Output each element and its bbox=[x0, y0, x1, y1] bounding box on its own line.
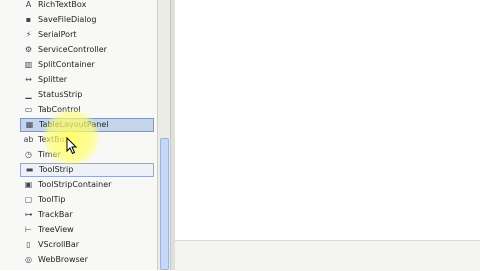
component-tray bbox=[175, 240, 480, 271]
splitter-icon: ↔ bbox=[25, 75, 32, 84]
toolbox-item-label: VScrollBar bbox=[38, 240, 80, 249]
toolbox-panel: A RichTextBox ▪ SaveFileDialog ⚡ SerialPort ⚙ S… bbox=[0, 0, 157, 270]
toolbox-item[interactable]: ⊶ TrackBar bbox=[20, 208, 154, 222]
toolbox-item[interactable]: ▢ ToolTip bbox=[20, 193, 154, 207]
service-controller-icon: ⚙ bbox=[24, 45, 33, 54]
toolbox-item[interactable]: ▥ SplitContainer bbox=[20, 58, 154, 72]
toolbox-item[interactable]: ⚡ SerialPort bbox=[20, 28, 154, 42]
toolbox-item-label: SplitContainer bbox=[38, 60, 95, 69]
toolbox-item-label: TrackBar bbox=[38, 210, 73, 219]
toolbox-item-label: SerialPort bbox=[38, 30, 77, 39]
toolbox-item-label: StatusStrip bbox=[38, 90, 83, 99]
toolbox-item[interactable]: ▦ TableLayoutPanel bbox=[20, 118, 154, 132]
toolbox-item[interactable]: ab TextBox bbox=[20, 133, 154, 147]
toolbox-item[interactable]: ▯ VScrollBar bbox=[20, 238, 154, 252]
trackbar-icon: ⊶ bbox=[24, 210, 33, 219]
toolbox-item-label: ToolTip bbox=[38, 195, 66, 204]
toolbox-item-label: SaveFileDialog bbox=[38, 15, 97, 24]
toolbox-item[interactable]: ⊢ TreeView bbox=[20, 223, 154, 237]
timer-icon: ◷ bbox=[25, 150, 32, 159]
serial-port-icon: ⚡ bbox=[25, 30, 32, 39]
toolbox-item[interactable]: ▬ ToolStrip bbox=[20, 163, 154, 177]
toolbox-item[interactable]: ▪ SaveFileDialog bbox=[20, 13, 154, 27]
designer-surface[interactable] bbox=[175, 0, 480, 270]
toolbox-scrollbar[interactable] bbox=[157, 0, 170, 270]
split-container-icon: ▥ bbox=[24, 60, 33, 69]
toolstrip-container-icon: ▣ bbox=[24, 180, 33, 189]
toolbox-item-label: RichTextBox bbox=[38, 0, 87, 9]
save-file-icon: ▪ bbox=[25, 15, 32, 24]
toolbox-scrollbar-thumb[interactable] bbox=[160, 138, 169, 270]
toolbox-item-label: TreeView bbox=[38, 225, 74, 234]
toolbox-item-label: Timer bbox=[38, 150, 61, 159]
toolbox-item-label: Splitter bbox=[38, 75, 68, 84]
toolbox-item-label: ToolStripContainer bbox=[38, 180, 112, 189]
toolstrip-icon: ▬ bbox=[25, 165, 34, 174]
toolbox-item[interactable]: ▁ StatusStrip bbox=[20, 88, 154, 102]
toolbox-item[interactable]: ◎ WebBrowser bbox=[20, 253, 154, 267]
toolbox-item-label: ToolStrip bbox=[39, 165, 74, 174]
toolbox-item[interactable]: ⚙ ServiceController bbox=[20, 43, 154, 57]
toolbox-item[interactable]: ▭ TabControl bbox=[20, 103, 154, 117]
toolbox-item-label: TabControl bbox=[38, 105, 81, 114]
toolbox-item-label: ServiceController bbox=[38, 45, 107, 54]
toolbox-item-label: TextBox bbox=[38, 135, 70, 144]
toolbox-item[interactable]: ▣ ToolStripContainer bbox=[20, 178, 154, 192]
vscrollbar-icon: ▯ bbox=[26, 240, 31, 249]
table-layout-icon: ▦ bbox=[25, 120, 34, 129]
textbox-icon: ab bbox=[23, 135, 34, 144]
toolbox-item[interactable]: ◷ Timer bbox=[20, 148, 154, 162]
status-strip-icon: ▁ bbox=[25, 90, 32, 99]
toolbox-item[interactable]: A RichTextBox bbox=[20, 0, 154, 12]
treeview-icon: ⊢ bbox=[25, 225, 32, 234]
toolbox-item-label: TableLayoutPanel bbox=[39, 120, 109, 129]
webbrowser-icon: ◎ bbox=[25, 255, 32, 264]
toolbox-item-label: WebBrowser bbox=[38, 255, 88, 264]
tab-control-icon: ▭ bbox=[24, 105, 33, 114]
rich-text-icon: A bbox=[25, 0, 32, 9]
toolbox-item[interactable]: ↔ Splitter bbox=[20, 73, 154, 87]
mouse-pointer-icon bbox=[66, 137, 78, 155]
tooltip-icon: ▢ bbox=[24, 195, 33, 204]
